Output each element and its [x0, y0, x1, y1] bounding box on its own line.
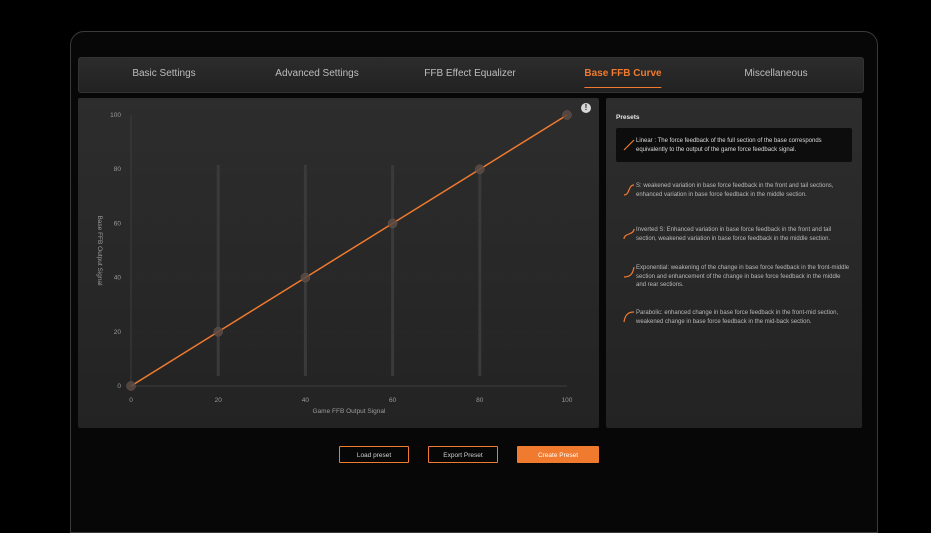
- y-axis-label: Base FFB Output Signal: [96, 215, 103, 286]
- preset-linear[interactable]: Linear : The force feedback of the full …: [616, 128, 852, 162]
- preset-description: Exponential: weakening of the change in …: [636, 265, 850, 289]
- tab-miscellaneous[interactable]: Miscellaneous: [744, 58, 807, 92]
- y-tick-label: 20: [114, 329, 122, 336]
- linear-curve-icon: [623, 139, 635, 151]
- tab-bar: Basic Settings Advanced Settings FFB Eff…: [78, 57, 864, 93]
- ffb-curve-chart[interactable]: 0 20 40 60 80 100 0 20 40 60 80 100 Game FFB Output …: [78, 98, 599, 428]
- curve-control-point[interactable]: [126, 381, 136, 391]
- preset-description: Linear : The force feedback of the full …: [636, 138, 822, 153]
- parabolic-curve-icon: [623, 311, 635, 323]
- x-tick-label: 100: [562, 397, 573, 404]
- tab-base-ffb-curve[interactable]: Base FFB Curve: [584, 58, 662, 92]
- s-curve-icon: [623, 184, 635, 196]
- load-preset-button[interactable]: Load preset: [339, 446, 409, 463]
- export-preset-button[interactable]: Export Preset: [428, 446, 498, 463]
- curve-control-point[interactable]: [387, 218, 398, 229]
- preset-description: S: weakened variation in base force feed…: [636, 183, 834, 198]
- presets-panel: Presets Linear : The force feedback of t…: [606, 98, 862, 428]
- preset-inverted-s[interactable]: Inverted S: Enhanced variation in base f…: [616, 217, 852, 251]
- curve-control-point[interactable]: [475, 164, 485, 174]
- curve-control-point[interactable]: [300, 272, 311, 283]
- inverted-s-curve-icon: [623, 228, 635, 240]
- y-tick-label: 0: [117, 383, 121, 390]
- tab-basic-settings[interactable]: Basic Settings: [132, 58, 195, 92]
- preset-exponential[interactable]: Exponential: weakening of the change in …: [616, 255, 852, 289]
- y-tick-label: 80: [114, 166, 122, 173]
- presets-title: Presets: [616, 114, 640, 121]
- y-tick-label: 40: [114, 275, 122, 282]
- x-tick-label: 20: [215, 397, 223, 404]
- preset-description: Inverted S: Enhanced variation in base f…: [636, 227, 832, 242]
- x-tick-label: 40: [302, 397, 310, 404]
- x-tick-label: 60: [389, 397, 397, 404]
- exponential-curve-icon: [623, 266, 635, 278]
- y-tick-label: 60: [114, 220, 122, 227]
- curve-line: [130, 114, 568, 387]
- x-tick-label: 80: [476, 397, 484, 404]
- preset-parabolic[interactable]: Parabolic: enhanced change in base force…: [616, 300, 852, 334]
- x-tick-label: 0: [129, 397, 133, 404]
- info-icon[interactable]: !: [581, 103, 591, 113]
- curve-control-point[interactable]: [213, 327, 223, 337]
- preset-description: Parabolic: enhanced change in base force…: [636, 310, 839, 325]
- tab-ffb-effect-equalizer[interactable]: FFB Effect Equalizer: [424, 58, 516, 92]
- create-preset-button[interactable]: Create Preset: [517, 446, 599, 463]
- x-axis-label: Game FFB Output Signal: [313, 408, 387, 415]
- tab-advanced-settings[interactable]: Advanced Settings: [275, 58, 358, 92]
- curve-control-point[interactable]: [562, 110, 572, 120]
- y-tick-label: 100: [110, 112, 121, 119]
- ffb-curve-chart-panel: 0 20 40 60 80 100 0 20 40 60 80 100 Game FFB Output …: [78, 98, 599, 428]
- preset-s[interactable]: S: weakened variation in base force feed…: [616, 173, 852, 207]
